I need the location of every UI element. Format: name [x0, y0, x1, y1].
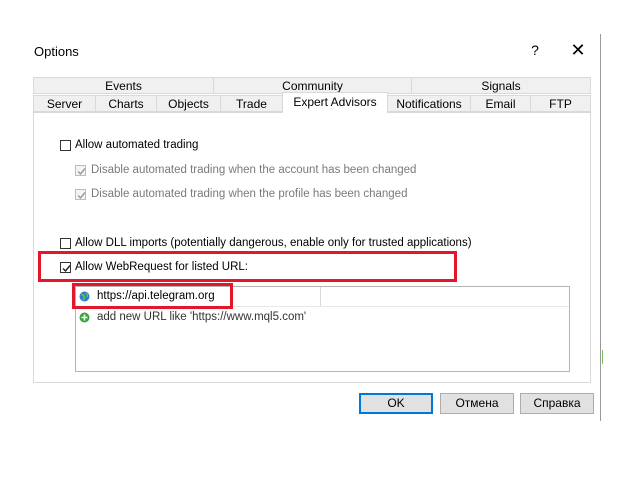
- help-button[interactable]: Справка: [520, 393, 594, 414]
- tab-notifications[interactable]: Notifications: [387, 95, 471, 112]
- tab-trade[interactable]: Trade: [220, 95, 283, 112]
- tab-email[interactable]: Email: [470, 95, 531, 112]
- checkmark-icon: [77, 168, 86, 176]
- highlight-url-entry: [72, 283, 233, 309]
- dialog-border: [600, 34, 601, 421]
- tab-ftp[interactable]: FTP: [530, 95, 591, 112]
- allow-automated-trading-checkbox[interactable]: [60, 140, 71, 151]
- close-icon[interactable]: ✕: [568, 40, 588, 62]
- disable-on-account-change-label: Disable automated trading when the accou…: [91, 164, 417, 176]
- disable-on-profile-change-label: Disable automated trading when the profi…: [91, 188, 408, 200]
- tab-signals[interactable]: Signals: [411, 77, 591, 94]
- allow-dll-imports-label: Allow DLL imports (potentially dangerous…: [75, 237, 472, 249]
- help-icon[interactable]: ?: [528, 42, 542, 60]
- disable-on-account-change-checkbox[interactable]: [75, 165, 86, 176]
- highlight-webrequest: [38, 251, 457, 282]
- add-new-url-label[interactable]: add new URL like 'https://www.mql5.com': [97, 311, 306, 323]
- background-window-edge: [602, 350, 603, 364]
- ok-button[interactable]: OK: [359, 393, 433, 414]
- disable-on-profile-change-checkbox[interactable]: [75, 189, 86, 200]
- url-column-divider: [320, 287, 321, 306]
- tab-objects[interactable]: Objects: [156, 95, 221, 112]
- cancel-button[interactable]: Отмена: [440, 393, 514, 414]
- tab-expert-advisors[interactable]: Expert Advisors: [282, 92, 388, 113]
- tab-events[interactable]: Events: [33, 77, 214, 94]
- dialog-title: Options: [34, 44, 79, 59]
- tab-charts[interactable]: Charts: [95, 95, 157, 112]
- allow-dll-imports-checkbox[interactable]: [60, 238, 71, 249]
- allow-automated-trading-label: Allow automated trading: [75, 139, 199, 151]
- tab-server[interactable]: Server: [33, 95, 96, 112]
- add-icon[interactable]: [79, 312, 90, 323]
- checkmark-icon: [77, 192, 86, 200]
